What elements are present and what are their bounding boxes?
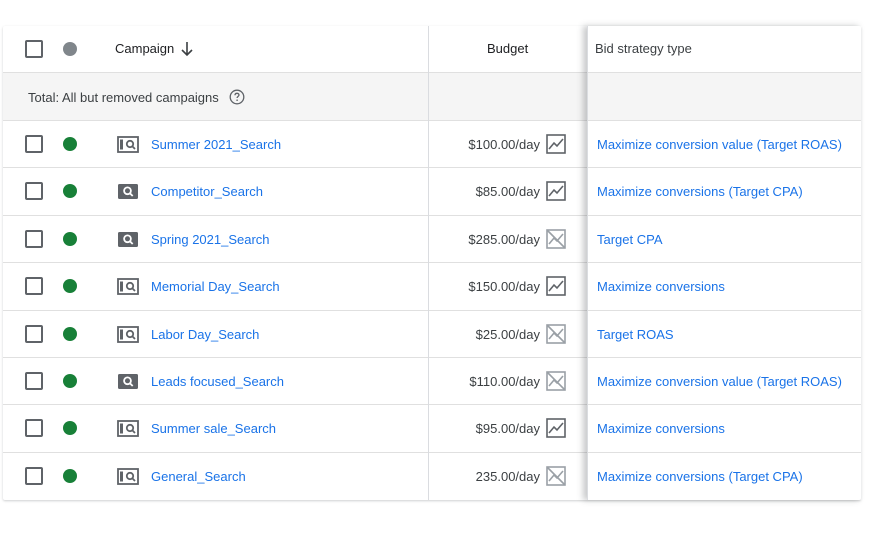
search-campaign-solid-icon xyxy=(118,184,138,200)
campaign-name-link[interactable]: Leads focused_Search xyxy=(151,374,284,389)
row-checkbox[interactable] xyxy=(25,324,43,343)
row-checkbox[interactable] xyxy=(25,135,43,153)
table-row: Summer sale_Search $95.00/day Maximize c… xyxy=(3,405,861,453)
trend-chart-icon[interactable] xyxy=(545,417,567,439)
search-campaign-framed-icon xyxy=(117,136,139,153)
sort-descending-icon[interactable] xyxy=(180,41,194,57)
trend-chart-icon[interactable] xyxy=(545,180,567,202)
budget-value[interactable]: $95.00/day xyxy=(476,421,540,436)
search-campaign-framed-icon xyxy=(117,467,139,485)
budget-value[interactable]: $85.00/day xyxy=(476,184,540,199)
bid-strategy-link[interactable]: Maximize conversion value (Target ROAS) xyxy=(597,137,842,152)
trend-chart-icon[interactable] xyxy=(545,133,567,155)
bid-strategy-link[interactable]: Target CPA xyxy=(597,232,663,247)
table-row: Spring 2021_Search $285.00/day Target CP… xyxy=(3,216,861,264)
campaign-name-link[interactable]: General_Search xyxy=(151,469,246,484)
row-checkbox[interactable] xyxy=(25,372,43,390)
row-checkbox[interactable] xyxy=(25,277,43,296)
campaign-column-header[interactable]: Campaign xyxy=(115,41,174,56)
campaign-name-link[interactable]: Spring 2021_Search xyxy=(151,232,270,247)
campaign-name-link[interactable]: Summer 2021_Search xyxy=(151,137,281,152)
column-divider xyxy=(587,26,588,500)
table-row: General_Search 235.00/day Maximize conve… xyxy=(3,453,861,500)
row-checkbox[interactable] xyxy=(25,182,43,201)
campaign-name-link[interactable]: Memorial Day_Search xyxy=(151,279,280,294)
table-row: Labor Day_Search $25.00/day Target ROAS xyxy=(3,311,861,358)
table-row: Memorial Day_Search $150.00/day Maximize… xyxy=(3,263,861,311)
bid-strategy-column-header[interactable]: Bid strategy type xyxy=(595,41,692,56)
budget-value[interactable]: $150.00/day xyxy=(468,279,540,294)
bid-strategy-link[interactable]: Target ROAS xyxy=(597,327,674,342)
campaign-name-link[interactable]: Summer sale_Search xyxy=(151,421,276,436)
trend-chart-disabled-icon[interactable] xyxy=(545,228,567,250)
search-campaign-solid-icon xyxy=(118,231,138,247)
trend-chart-icon[interactable] xyxy=(545,275,567,297)
table-row: Competitor_Search $85.00/day Maximize co… xyxy=(3,168,861,216)
table-row: Summer 2021_Search $100.00/day Maximize … xyxy=(3,121,861,169)
bid-strategy-link[interactable]: Maximize conversions (Target CPA) xyxy=(597,184,803,199)
help-icon[interactable] xyxy=(229,89,245,105)
budget-value[interactable]: 235.00/day xyxy=(476,469,540,484)
total-row: Total: All but removed campaigns xyxy=(3,73,861,121)
status-enabled-icon[interactable] xyxy=(63,326,77,341)
budget-value[interactable]: $285.00/day xyxy=(468,232,540,247)
bid-strategy-link[interactable]: Maximize conversions (Target CPA) xyxy=(597,469,803,484)
select-all-checkbox[interactable] xyxy=(25,40,43,58)
budget-value[interactable]: $25.00/day xyxy=(476,327,540,342)
search-campaign-framed-icon xyxy=(117,278,139,296)
budget-value[interactable]: $100.00/day xyxy=(468,137,540,152)
bid-strategy-link[interactable]: Maximize conversions xyxy=(597,279,725,294)
budget-value[interactable]: $110.00/day xyxy=(469,374,540,389)
bid-strategy-link[interactable]: Maximize conversion value (Target ROAS) xyxy=(597,374,842,389)
status-enabled-icon[interactable] xyxy=(63,468,77,483)
trend-chart-disabled-icon[interactable] xyxy=(545,323,567,345)
status-enabled-icon[interactable] xyxy=(63,374,77,388)
status-enabled-icon[interactable] xyxy=(63,421,77,436)
search-campaign-framed-icon xyxy=(117,420,139,438)
table-header-row: Campaign Budget Bid strategy type xyxy=(3,26,861,73)
status-column-header-icon[interactable] xyxy=(63,42,77,56)
campaigns-table: Campaign Budget Bid strategy type Total:… xyxy=(3,26,861,500)
row-checkbox[interactable] xyxy=(25,466,43,485)
search-campaign-solid-icon xyxy=(118,374,138,389)
column-divider xyxy=(428,26,429,500)
row-checkbox[interactable] xyxy=(25,419,43,438)
status-enabled-icon[interactable] xyxy=(63,279,77,294)
status-enabled-icon[interactable] xyxy=(63,137,77,151)
bid-strategy-link[interactable]: Maximize conversions xyxy=(597,421,725,436)
row-checkbox[interactable] xyxy=(25,229,43,248)
table-row: Leads focused_Search $110.00/day Maximiz… xyxy=(3,358,861,406)
campaign-name-link[interactable]: Competitor_Search xyxy=(151,184,263,199)
total-label: Total: All but removed campaigns xyxy=(28,90,219,105)
status-enabled-icon[interactable] xyxy=(63,184,77,199)
search-campaign-framed-icon xyxy=(117,325,139,343)
trend-chart-disabled-icon[interactable] xyxy=(545,370,567,392)
status-enabled-icon[interactable] xyxy=(63,231,77,246)
trend-chart-disabled-icon[interactable] xyxy=(545,465,567,487)
budget-column-header[interactable]: Budget xyxy=(487,41,528,56)
campaign-name-link[interactable]: Labor Day_Search xyxy=(151,327,259,342)
